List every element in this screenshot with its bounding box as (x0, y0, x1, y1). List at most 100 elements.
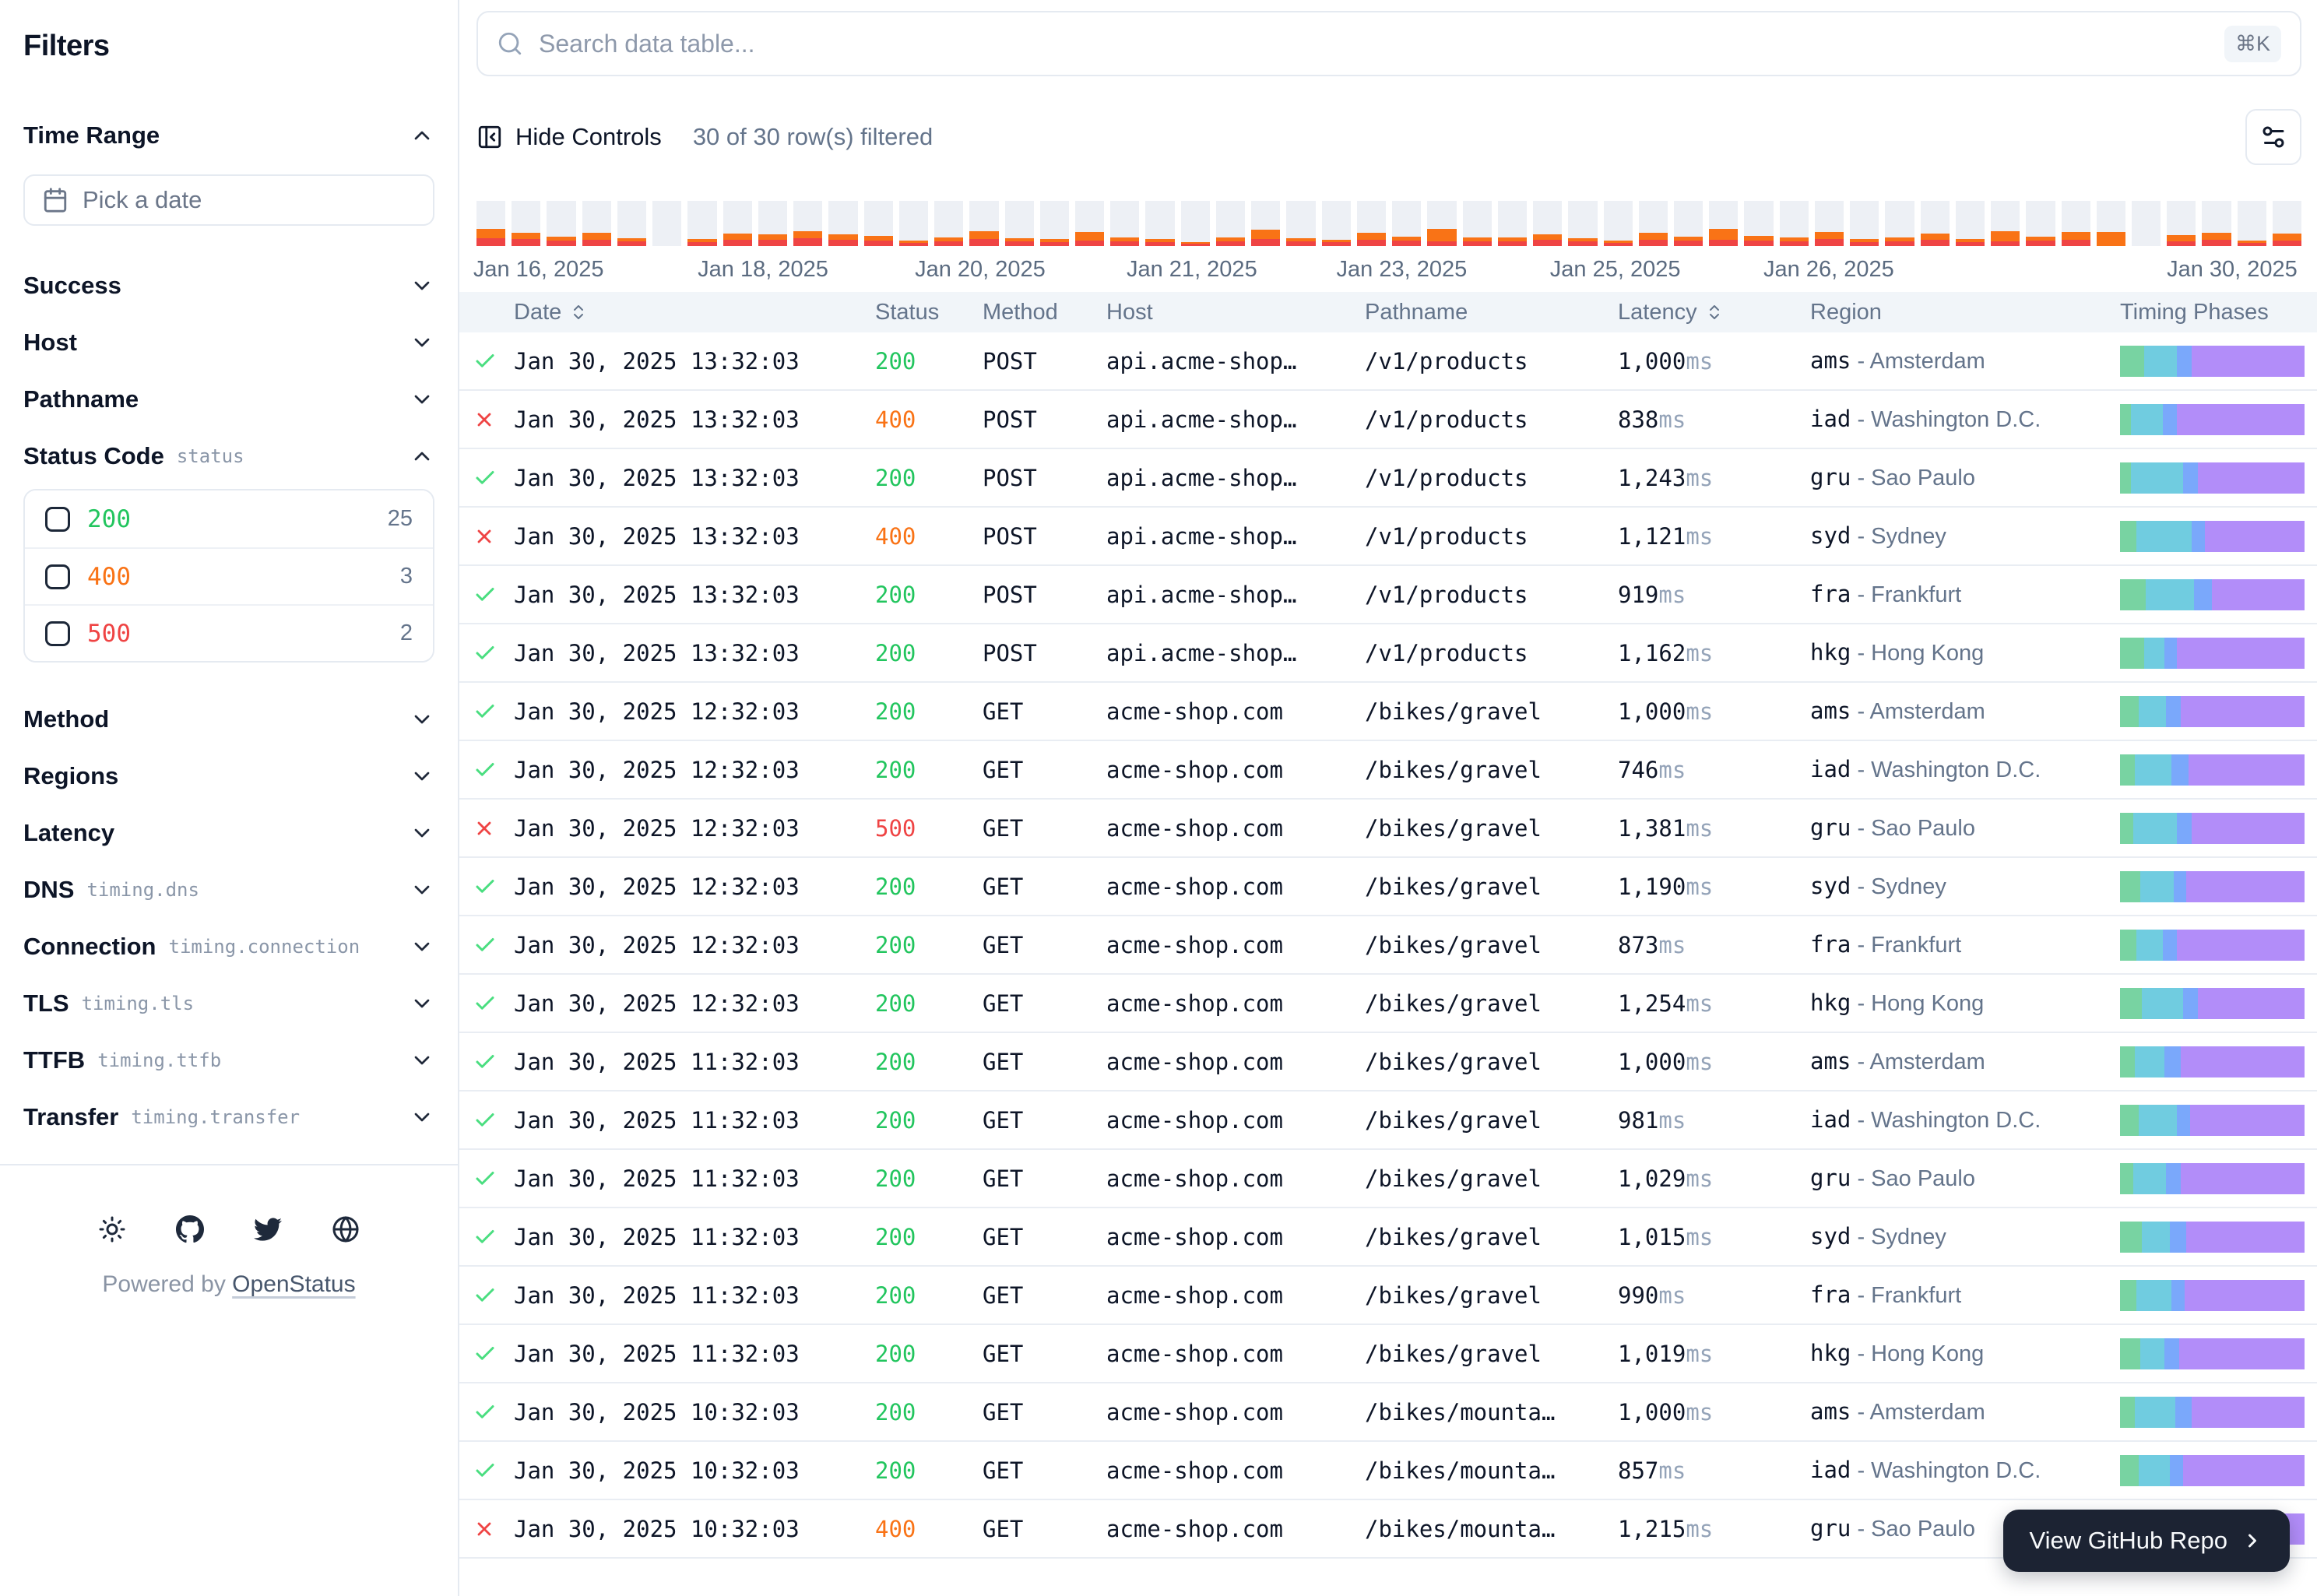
timeline-bar[interactable] (1110, 201, 1139, 246)
timeline-bar[interactable] (828, 201, 857, 246)
header-date[interactable]: Date (514, 300, 875, 325)
timeline-bar[interactable] (2062, 201, 2090, 246)
table-row[interactable]: Jan 30, 2025 13:32:03 200 POST api.acme-… (459, 624, 2317, 683)
filter-section-pathname[interactable]: Pathname (23, 371, 434, 427)
table-row[interactable]: Jan 30, 2025 11:32:03 200 GET acme-shop.… (459, 1092, 2317, 1150)
timeline-bar[interactable] (1815, 201, 1844, 246)
table-row[interactable]: Jan 30, 2025 13:32:03 200 POST api.acme-… (459, 566, 2317, 624)
table-row[interactable]: Jan 30, 2025 11:32:03 200 GET acme-shop.… (459, 1267, 2317, 1325)
table-row[interactable]: Jan 30, 2025 12:32:03 200 GET acme-shop.… (459, 858, 2317, 916)
filter-section-transfer[interactable]: Transfertiming.transfer (23, 1088, 434, 1145)
globe-icon[interactable] (332, 1215, 360, 1243)
status-option-400[interactable]: 400 3 (25, 547, 433, 604)
timeline-bar[interactable] (2132, 201, 2161, 246)
openstatus-link[interactable]: OpenStatus (232, 1271, 355, 1297)
timeline-bar[interactable] (1392, 201, 1421, 246)
table-row[interactable]: Jan 30, 2025 12:32:03 200 GET acme-shop.… (459, 683, 2317, 741)
timeline-bar[interactable] (2167, 201, 2196, 246)
timeline-bar[interactable] (476, 201, 505, 246)
timeline-bar[interactable] (1921, 201, 1950, 246)
timeline-bar[interactable] (1075, 201, 1104, 246)
filter-section-regions[interactable]: Regions (23, 747, 434, 804)
timeline-bar[interactable] (652, 201, 681, 246)
filter-section-latency[interactable]: Latency (23, 804, 434, 861)
github-icon[interactable] (176, 1215, 204, 1243)
timeline-bar[interactable] (1286, 201, 1315, 246)
table-row[interactable]: Jan 30, 2025 12:32:03 200 GET acme-shop.… (459, 741, 2317, 800)
table-row[interactable]: Jan 30, 2025 10:32:03 200 GET acme-shop.… (459, 1442, 2317, 1500)
timeline-bar[interactable] (793, 201, 822, 246)
view-github-repo-button[interactable]: View GitHub Repo (2003, 1510, 2290, 1572)
table-row[interactable]: Jan 30, 2025 13:32:03 400 POST api.acme-… (459, 391, 2317, 449)
timeline-bar[interactable] (1216, 201, 1245, 246)
filter-section-success[interactable]: Success (23, 257, 434, 314)
timeline-bar[interactable] (1251, 201, 1280, 246)
timeline-bar[interactable] (758, 201, 787, 246)
twitter-icon[interactable] (254, 1215, 282, 1243)
timeline-bar[interactable] (1744, 201, 1773, 246)
timeline-bar[interactable] (512, 201, 540, 246)
table-row[interactable]: Jan 30, 2025 12:32:03 200 GET acme-shop.… (459, 975, 2317, 1033)
timeline-bar[interactable] (723, 201, 752, 246)
timeline-bar[interactable] (864, 201, 893, 246)
timeline-bar[interactable] (687, 201, 716, 246)
table-row[interactable]: Jan 30, 2025 13:32:03 200 POST api.acme-… (459, 449, 2317, 508)
table-row[interactable]: Jan 30, 2025 12:32:03 200 GET acme-shop.… (459, 916, 2317, 975)
table-row[interactable]: Jan 30, 2025 13:32:03 200 POST api.acme-… (459, 332, 2317, 391)
filter-section-ttfb[interactable]: TTFBtiming.ttfb (23, 1032, 434, 1088)
timeline-bar[interactable] (1498, 201, 1527, 246)
theme-toggle-sun-icon[interactable] (98, 1215, 126, 1243)
timeline-bar[interactable] (1956, 201, 1985, 246)
timeline-bar[interactable] (1005, 201, 1034, 246)
timeline-bar[interactable] (1568, 201, 1597, 246)
timeline-bar[interactable] (1040, 201, 1069, 246)
checkbox[interactable] (45, 507, 70, 532)
timeline-bar[interactable] (547, 201, 575, 246)
timeline-bar[interactable] (1427, 201, 1456, 246)
table-row[interactable]: Jan 30, 2025 11:32:03 200 GET acme-shop.… (459, 1208, 2317, 1267)
checkbox[interactable] (45, 564, 70, 589)
table-row[interactable]: Jan 30, 2025 11:32:03 200 GET acme-shop.… (459, 1150, 2317, 1208)
table-row[interactable]: Jan 30, 2025 11:32:03 200 GET acme-shop.… (459, 1033, 2317, 1092)
filter-section-method[interactable]: Method (23, 691, 434, 747)
timeline-bar[interactable] (2238, 201, 2266, 246)
timeline-bar[interactable] (1604, 201, 1633, 246)
checkbox[interactable] (45, 621, 70, 646)
filter-section-connection[interactable]: Connectiontiming.connection (23, 918, 434, 975)
timeline-bar[interactable] (2026, 201, 2055, 246)
timeline-bar[interactable] (1322, 201, 1351, 246)
timeline-bar[interactable] (1850, 201, 1879, 246)
filter-section-dns[interactable]: DNStiming.dns (23, 861, 434, 918)
filter-section-time-range[interactable]: Time Range (23, 107, 434, 163)
table-row[interactable]: Jan 30, 2025 13:32:03 400 POST api.acme-… (459, 508, 2317, 566)
timeline-bar[interactable] (2273, 201, 2301, 246)
timeline-bar[interactable] (934, 201, 963, 246)
timeline-bar[interactable] (1181, 201, 1210, 246)
hide-controls-button[interactable]: Hide Controls (476, 123, 662, 151)
timeline-bar[interactable] (1639, 201, 1668, 246)
table-row[interactable]: Jan 30, 2025 12:32:03 500 GET acme-shop.… (459, 800, 2317, 858)
timeline-bar[interactable] (1463, 201, 1492, 246)
timeline-bar[interactable] (1533, 201, 1562, 246)
table-row[interactable]: Jan 30, 2025 11:32:03 200 GET acme-shop.… (459, 1325, 2317, 1383)
timeline-bar[interactable] (969, 201, 998, 246)
timeline-bar[interactable] (1885, 201, 1914, 246)
search-input[interactable] (539, 30, 2209, 58)
status-option-200[interactable]: 200 25 (25, 490, 433, 547)
timeline-bar[interactable] (617, 201, 646, 246)
header-latency[interactable]: Latency (1618, 300, 1810, 325)
timeline-bar[interactable] (2202, 201, 2231, 246)
view-options-button[interactable] (2245, 109, 2301, 165)
timeline-bar[interactable] (1780, 201, 1809, 246)
timeline-bar[interactable] (1991, 201, 2020, 246)
timeline-bar[interactable] (1674, 201, 1703, 246)
timeline-bar[interactable] (1357, 201, 1386, 246)
date-picker-button[interactable]: Pick a date (23, 174, 434, 226)
status-option-500[interactable]: 500 2 (25, 604, 433, 661)
timeline-bar[interactable] (899, 201, 928, 246)
timeline-bar[interactable] (1709, 201, 1738, 246)
timeline-bar[interactable] (2097, 201, 2125, 246)
timeline-bar[interactable] (1145, 201, 1174, 246)
timeline-bar[interactable] (582, 201, 611, 246)
filter-section-host[interactable]: Host (23, 314, 434, 371)
